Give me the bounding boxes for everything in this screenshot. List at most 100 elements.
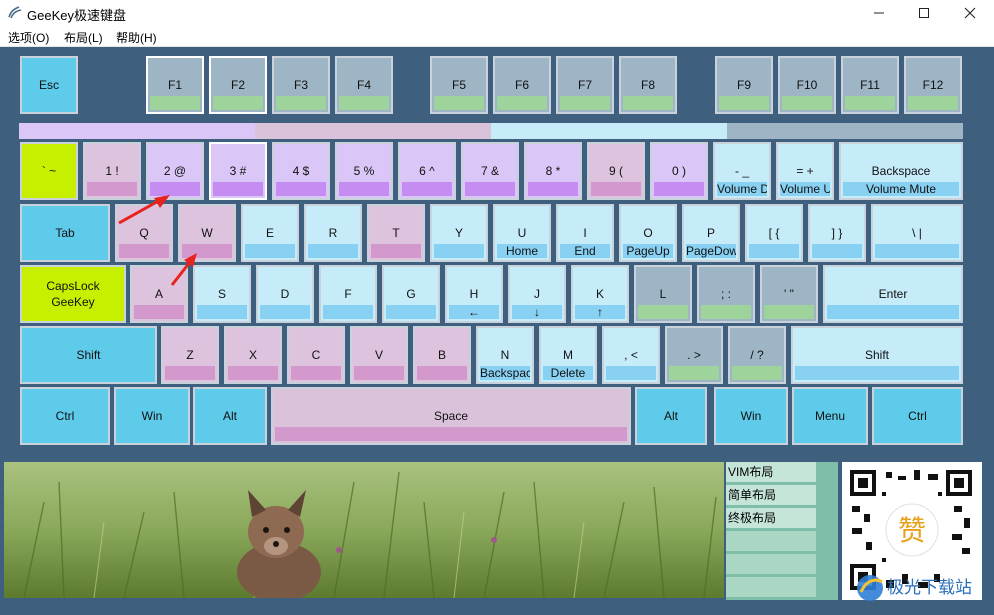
key-menu[interactable]: Menu [792,387,868,445]
key-label: - _ [734,164,749,178]
key-equal[interactable]: = + Volume Up [776,142,834,200]
key-minus[interactable]: - _ Volume Down [713,142,771,200]
key-f7[interactable]: F7 [556,56,614,114]
key-sublabel [701,305,751,319]
key-lalt[interactable]: Alt [193,387,267,445]
key-label: Alt [663,409,678,423]
key-r[interactable]: R [304,204,362,262]
close-button[interactable] [947,0,993,26]
key-l[interactable]: L [634,265,692,323]
layout-vim[interactable]: VIM布局 [726,462,816,483]
key-lshift[interactable]: Shift [20,326,157,384]
key-f8[interactable]: F8 [619,56,677,114]
key-backtick[interactable]: ` ~ [20,142,78,200]
key-n[interactable]: N Backspace [476,326,534,384]
key-label: ' " [784,287,794,301]
key-i[interactable]: I End [556,204,614,262]
key-v[interactable]: V [350,326,408,384]
key-backspace[interactable]: Backspace Volume Mute [839,142,963,200]
key-sublabel [276,182,326,196]
key-f11[interactable]: F11 [841,56,899,114]
menu-options[interactable]: 选项(O) [8,29,49,46]
key-esc[interactable]: Esc [20,56,78,114]
key-label: Win [740,409,762,423]
key-e[interactable]: E [241,204,299,262]
key-c[interactable]: C [287,326,345,384]
key-label: Backspace [871,164,931,178]
key-u[interactable]: U Home [493,204,551,262]
key-5[interactable]: 5 % [335,142,393,200]
key-label: Win [141,409,163,423]
key-label: F2 [230,78,245,92]
key-f6[interactable]: F6 [493,56,551,114]
key-label: Ctrl [55,409,75,423]
key-sublabel [371,244,421,258]
key-label: D [280,287,290,301]
key-sublabel: ← [449,305,499,319]
key-semicolon[interactable]: ; : [697,265,755,323]
key-j[interactable]: J ↓ [508,265,566,323]
layout-simple[interactable]: 简单布局 [726,485,816,506]
key-f3[interactable]: F3 [272,56,330,114]
key-tab[interactable]: Tab [20,204,110,262]
key-h[interactable]: H ← [445,265,503,323]
key-period[interactable]: . > [665,326,723,384]
key-slash[interactable]: / ? [728,326,786,384]
key-d[interactable]: D [256,265,314,323]
minimize-button[interactable] [856,0,902,26]
key-lwin[interactable]: Win [114,387,190,445]
key-f2[interactable]: F2 [209,56,267,114]
key-p[interactable]: P PageDown [682,204,740,262]
key-f10[interactable]: F10 [778,56,836,114]
key-f5[interactable]: F5 [430,56,488,114]
maximize-button[interactable] [901,0,947,26]
layout-empty-2[interactable] [726,554,816,575]
key-sublabel [323,305,373,319]
key-rbracket[interactable]: ] } [808,204,866,262]
qr-center-char: 赞 [898,514,926,547]
key-0[interactable]: 0 ) [650,142,708,200]
key-sublabel: ↑ [575,305,625,319]
key-f4[interactable]: F4 [335,56,393,114]
key-t[interactable]: T [367,204,425,262]
key-z[interactable]: Z [161,326,219,384]
key-lctrl[interactable]: Ctrl [20,387,110,445]
key-enter[interactable]: Enter [823,265,963,323]
key-8[interactable]: 8 * [524,142,582,200]
key-f12[interactable]: F12 [904,56,962,114]
key-f9[interactable]: F9 [715,56,773,114]
key-comma[interactable]: , < [602,326,660,384]
key-m[interactable]: M Delete [539,326,597,384]
key-b[interactable]: B [413,326,471,384]
color-bar-segment [19,123,255,139]
key-lbracket[interactable]: [ { [745,204,803,262]
key-quote[interactable]: ' " [760,265,818,323]
layout-ultimate[interactable]: 终极布局 [726,508,816,529]
key-o[interactable]: O PageUp [619,204,677,262]
key-sublabel [434,96,484,110]
key-ralt[interactable]: Alt [635,387,707,445]
key-k[interactable]: K ↑ [571,265,629,323]
key-sublabel [497,96,547,110]
key-g[interactable]: G [382,265,440,323]
key-f1[interactable]: F1 [146,56,204,114]
key-rshift[interactable]: Shift [791,326,963,384]
layout-empty-1[interactable] [726,531,816,552]
key-space[interactable]: Space [271,387,631,445]
key-rctrl[interactable]: Ctrl [872,387,963,445]
key-4[interactable]: 4 $ [272,142,330,200]
key-x[interactable]: X [224,326,282,384]
key-label: / ? [750,348,764,362]
key-backslash[interactable]: \ | [871,204,963,262]
key-rwin[interactable]: Win [714,387,788,445]
key-f[interactable]: F [319,265,377,323]
key-6[interactable]: 6 ^ [398,142,456,200]
menu-layout[interactable]: 布局(L) [64,29,103,46]
key-y[interactable]: Y [430,204,488,262]
layout-empty-3[interactable] [726,577,816,598]
key-7[interactable]: 7 & [461,142,519,200]
key-sublabel [150,96,200,110]
key-9[interactable]: 9 ( [587,142,645,200]
menu-help[interactable]: 帮助(H) [116,29,157,46]
arrow-line-2 [170,261,192,286]
